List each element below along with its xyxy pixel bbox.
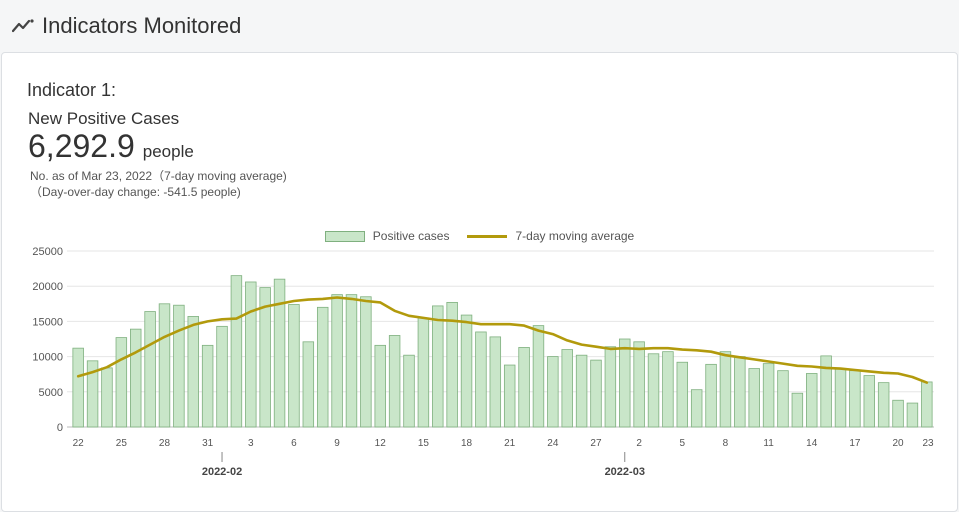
x-tick-label: 24 xyxy=(547,438,559,449)
bar xyxy=(806,373,818,428)
month-label: 2022-02 xyxy=(202,466,242,478)
x-tick-label: 2 xyxy=(636,438,642,449)
bar xyxy=(230,275,243,428)
bar xyxy=(748,368,760,428)
bar xyxy=(676,361,689,428)
bar xyxy=(475,331,487,428)
bar xyxy=(633,341,645,428)
x-tick-label: 5 xyxy=(680,438,686,449)
indicator-name: New Positive Cases xyxy=(28,109,180,128)
bar xyxy=(877,382,890,428)
x-tick-label: 11 xyxy=(763,438,774,449)
as-of-text: No. as of Mar 23, 2022（7-day moving aver… xyxy=(30,169,287,183)
y-tick-label: 20000 xyxy=(32,281,63,293)
bar xyxy=(518,347,530,428)
bar xyxy=(331,294,343,428)
x-tick-label: 6 xyxy=(291,438,297,449)
bar xyxy=(432,305,444,428)
bar xyxy=(503,364,516,428)
y-tick-label: 15000 xyxy=(32,316,63,328)
bar xyxy=(273,278,286,428)
x-tick-label: 28 xyxy=(159,438,171,449)
x-tick-label: 17 xyxy=(849,438,861,449)
bar xyxy=(590,359,602,428)
x-tick-label: 25 xyxy=(116,438,128,449)
x-tick-label: 23 xyxy=(922,438,934,449)
bar xyxy=(863,375,875,428)
x-tick-label: 21 xyxy=(504,438,516,449)
x-tick-label: 3 xyxy=(248,438,254,449)
bar xyxy=(892,399,904,428)
bar xyxy=(302,341,315,428)
bar xyxy=(532,325,545,428)
page-title: Indicators Monitored xyxy=(42,13,242,38)
x-tick-label: 8 xyxy=(723,438,729,449)
bar xyxy=(173,304,185,428)
x-tick-label: 15 xyxy=(418,438,430,449)
month-label: 2022-03 xyxy=(605,466,645,478)
bar xyxy=(705,363,717,428)
cases-chart: 050001000015000200002500022 25 28 31 3 6 9 12 15… xyxy=(32,246,934,478)
bar xyxy=(201,344,214,428)
bar xyxy=(906,402,919,428)
x-tick-label: 20 xyxy=(892,438,904,449)
bar xyxy=(403,354,415,428)
y-tick-label: 25000 xyxy=(32,246,63,258)
bar xyxy=(690,389,703,428)
bar xyxy=(762,363,775,428)
indicator-label: Indicator 1: xyxy=(27,80,117,100)
bar xyxy=(489,336,502,428)
bar xyxy=(130,328,142,428)
x-tick-label: 31 xyxy=(202,438,214,449)
trend-line-icon xyxy=(12,19,34,33)
bar xyxy=(216,325,228,428)
page-header: Indicators Monitored xyxy=(0,0,959,52)
bar xyxy=(316,306,329,428)
bar xyxy=(561,349,573,428)
bar xyxy=(575,354,588,428)
bar xyxy=(791,392,804,428)
bar xyxy=(158,303,171,428)
bar xyxy=(460,314,473,428)
y-tick-label: 5000 xyxy=(39,387,63,399)
bar xyxy=(144,311,156,428)
bar xyxy=(345,294,358,428)
bar xyxy=(360,296,372,428)
x-tick-label: 12 xyxy=(375,438,387,449)
bar xyxy=(849,370,861,428)
bar xyxy=(72,347,84,428)
bar xyxy=(547,356,559,428)
bar xyxy=(734,356,746,428)
bar xyxy=(619,338,631,428)
y-tick-label: 10000 xyxy=(32,352,63,364)
x-tick-label: 14 xyxy=(806,438,818,449)
bar xyxy=(921,381,933,428)
bar xyxy=(101,367,113,428)
bar xyxy=(388,335,401,428)
bar xyxy=(245,281,257,428)
bar xyxy=(417,317,430,428)
indicator-unit: people xyxy=(142,142,194,161)
bar xyxy=(187,316,199,428)
x-tick-label: 9 xyxy=(334,438,340,449)
bar xyxy=(719,351,732,428)
bar xyxy=(374,344,386,428)
bar xyxy=(604,346,617,428)
bar xyxy=(115,337,128,428)
legend-swatch-line xyxy=(467,234,508,238)
bar xyxy=(834,368,847,428)
indicator-value-row: 6,292.9 people xyxy=(28,128,194,165)
y-tick-label: 0 xyxy=(57,422,63,434)
bar xyxy=(777,370,789,428)
bar xyxy=(662,351,674,428)
x-tick-label: 18 xyxy=(461,438,473,449)
indicator-value: 6,292.9 xyxy=(28,128,135,164)
x-tick-label: 22 xyxy=(73,438,85,449)
x-tick-label: 27 xyxy=(590,438,602,449)
day-over-day-change: （Day-over-day change: -541.5 people) xyxy=(30,185,241,199)
bar xyxy=(647,353,660,428)
bar xyxy=(288,304,300,428)
